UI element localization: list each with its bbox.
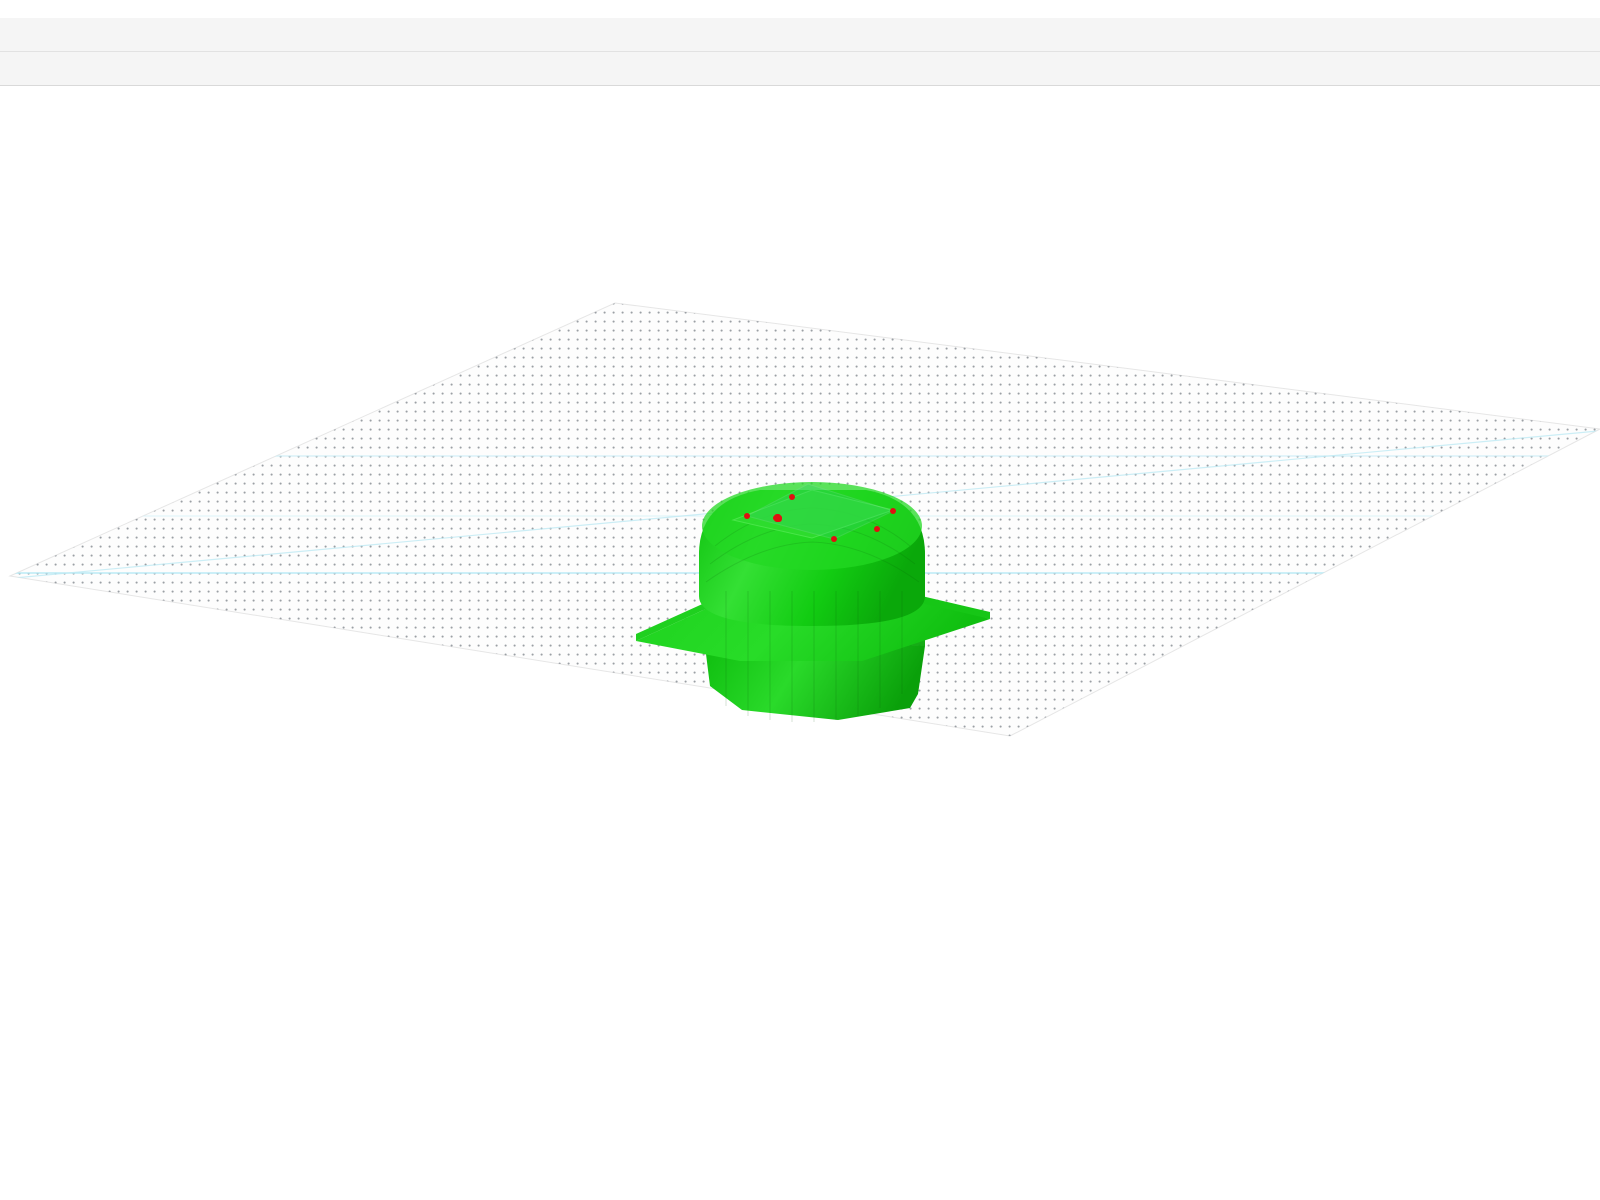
menu-bar xyxy=(0,0,1600,18)
model-3d-view[interactable]: Unable to parse any validly-formatted fu… xyxy=(0,86,1600,821)
main-toolbar-row-1 xyxy=(0,18,1600,52)
main-toolbar-row-2 xyxy=(0,52,1600,86)
application-window: Unable to parse any validly-formatted fu… xyxy=(0,0,1600,1200)
model-viewport[interactable]: Unable to parse any validly-formatted fu… xyxy=(0,86,1600,1200)
